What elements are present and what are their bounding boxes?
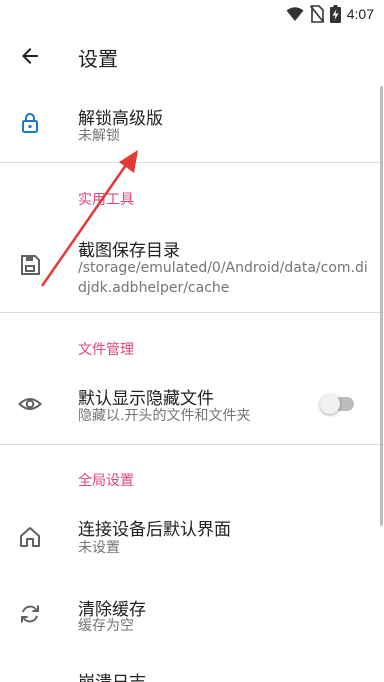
back-arrow-icon[interactable] (18, 44, 42, 68)
default-view-title: 连接设备后默认界面 (78, 520, 231, 540)
section-header-tools: 实用工具 (78, 192, 134, 208)
toggle-thumb (320, 394, 340, 414)
show-hidden-files-item[interactable]: 默认显示隐藏文件 隐藏以.开头的文件和文件夹 (0, 372, 384, 444)
status-time: 4:07 (346, 6, 374, 22)
scrollbar[interactable] (380, 86, 383, 526)
section-header-global: 全局设置 (78, 473, 134, 489)
divider (0, 444, 384, 445)
page-title: 设置 (78, 47, 118, 71)
lock-icon (22, 113, 38, 133)
show-hidden-files-toggle[interactable] (320, 394, 356, 414)
divider (0, 162, 384, 163)
default-view-item[interactable]: 连接设备后默认界面 未设置 (0, 505, 384, 569)
clear-cache-subtitle: 缓存为空 (78, 618, 134, 634)
no-sim-icon (309, 5, 324, 23)
screenshot-dir-item[interactable]: 截图保存目录 /storage/emulated/0/Android/data/… (0, 222, 384, 310)
battery-charging-icon (329, 5, 341, 23)
crash-log-title: 崩溃日志 (78, 668, 146, 682)
clear-cache-item[interactable]: 清除缓存 缓存为空 (0, 585, 384, 649)
section-header-files: 文件管理 (78, 342, 134, 358)
screenshot-dir-path: /storage/emulated/0/Android/data/com.did… (78, 260, 368, 296)
save-icon (21, 255, 40, 275)
default-view-subtitle: 未设置 (78, 540, 120, 556)
crash-log-item[interactable]: 崩溃日志 (0, 660, 384, 682)
unlock-premium-item[interactable]: 解锁高级版 未解锁 (0, 84, 384, 162)
wifi-icon (286, 7, 304, 21)
status-icons: 4:07 (286, 4, 374, 24)
divider (0, 312, 384, 313)
home-icon (20, 527, 40, 547)
eye-icon (18, 398, 42, 410)
app-bar: 设置 (0, 28, 384, 84)
status-bar: 4:07 (0, 0, 384, 28)
unlock-premium-subtitle: 未解锁 (78, 128, 120, 144)
refresh-icon (21, 605, 39, 623)
